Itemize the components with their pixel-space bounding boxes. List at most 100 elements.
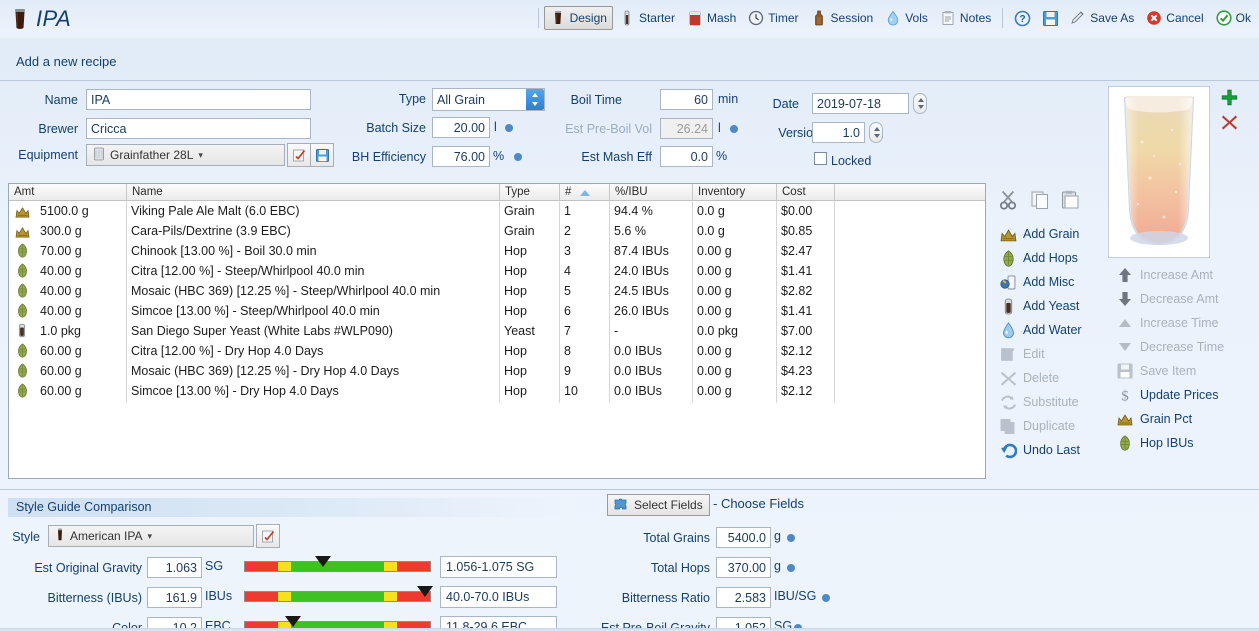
equipment-value: Grainfather 28L (110, 148, 194, 162)
edit-icon (1000, 346, 1017, 363)
cf-unit: g (774, 559, 781, 573)
hop-icon (17, 263, 31, 278)
hop-icon (17, 383, 31, 398)
action-grain-pct[interactable]: Grain Pct (1117, 409, 1192, 429)
page-title: IPA (36, 6, 72, 31)
cf-value[interactable] (716, 527, 771, 548)
save-as-button[interactable]: Save As (1064, 6, 1140, 30)
equipment-edit-button[interactable] (287, 143, 311, 167)
action-add-grain[interactable]: Add Grain (1000, 224, 1079, 244)
range-segment (245, 592, 279, 601)
action-add-hops[interactable]: Add Hops (1000, 248, 1078, 268)
ingredients-table[interactable]: Amt Name Type # %/IBU Inventory Cost 510… (8, 183, 986, 479)
style-range-marker (314, 556, 331, 567)
column-header-pct-ibu[interactable]: %/IBU (609, 184, 692, 201)
save-icon (1117, 363, 1134, 380)
copy-icon[interactable] (1030, 190, 1052, 213)
column-header-name[interactable]: Name (126, 184, 499, 201)
cell-pct-ibu: 94.4 % (614, 204, 653, 218)
column-header-type[interactable]: Type (499, 184, 559, 201)
cf-value[interactable] (716, 557, 771, 578)
help-button[interactable]: ? (1008, 6, 1036, 30)
vial-icon (619, 10, 635, 26)
equipment-dropdown[interactable]: Grainfather 28L ▾ (86, 144, 285, 166)
scissors-icon[interactable] (999, 190, 1022, 213)
cancel-button[interactable]: Cancel (1140, 6, 1209, 30)
action-hop-ibus[interactable]: Hop IBUs (1117, 433, 1194, 453)
tab-mash[interactable]: Mash (681, 6, 742, 30)
version-input[interactable] (812, 122, 865, 143)
type-value: All Grain (437, 92, 485, 107)
action-add-water[interactable]: Add Water (1000, 320, 1082, 340)
ok-icon (1216, 10, 1232, 26)
date-label: Date (772, 97, 799, 111)
column-header-amt[interactable]: Amt (9, 184, 126, 201)
table-row[interactable]: 60.00 g Citra [12.00 %] - Dry Hop 4.0 Day… (9, 341, 985, 361)
plus-icon[interactable] (1221, 89, 1238, 106)
cell-inventory: 0.00 g (697, 284, 732, 298)
cell-cost: $2.82 (781, 284, 813, 298)
tab-timer[interactable]: Timer (742, 6, 804, 30)
ok-button[interactable]: Ok (1210, 6, 1257, 30)
column-header-cost[interactable]: Cost (776, 184, 834, 201)
table-row[interactable]: 70.00 g Chinook [13.00 %] - Boil 30.0 min… (9, 241, 985, 261)
column-header-extra[interactable] (834, 184, 985, 201)
sg-value[interactable] (147, 587, 202, 608)
select-fields-button[interactable]: Select Fields (607, 494, 710, 516)
action-update-prices[interactable]: $ Update Prices (1117, 385, 1218, 405)
action-undo-last[interactable]: Undo Last (1000, 440, 1080, 460)
style-edit-button[interactable] (256, 524, 280, 548)
cell-amt: 300.0 g (40, 224, 82, 238)
hop-icon (17, 303, 31, 318)
bh-efficiency-input[interactable] (432, 146, 490, 167)
cell-type: Hop (504, 304, 527, 318)
locked-checkbox[interactable] (814, 152, 827, 165)
paste-icon[interactable] (1060, 190, 1082, 213)
save-as-label: Save As (1090, 11, 1135, 25)
save-button[interactable] (1036, 6, 1064, 30)
cell-number: 1 (564, 204, 571, 218)
cell-cost: $2.47 (781, 244, 813, 258)
tab-starter-label: Starter (638, 11, 675, 25)
beer-glass-photo (1123, 96, 1195, 246)
table-row[interactable]: 60.00 g Mosaic (HBC 369) [12.25 %] - Dry … (9, 361, 985, 381)
tab-notes[interactable]: Notes (934, 6, 997, 30)
batch-size-input[interactable] (432, 117, 490, 138)
type-dropdown[interactable]: All Grain (432, 88, 545, 111)
recipe-image-panel[interactable] (1108, 86, 1210, 258)
brewer-input[interactable] (86, 118, 311, 139)
table-row[interactable]: 300.0 g Cara-Pils/Dextrine (3.9 EBC) Grain… (9, 221, 985, 241)
date-spinner[interactable] (913, 93, 927, 114)
action-add-misc[interactable]: Add Misc (1000, 272, 1074, 292)
x-icon[interactable] (1221, 114, 1238, 131)
table-row[interactable]: 1.0 pkg San Diego Super Yeast (White Labs… (9, 321, 985, 341)
subtitle: Add a new recipe (16, 54, 117, 69)
est-mash-eff-input[interactable] (660, 146, 713, 167)
sg-value[interactable] (147, 557, 202, 578)
table-row[interactable]: 40.00 g Simcoe [13.00 %] - Steep/Whirlpoo… (9, 301, 985, 321)
cf-value[interactable] (716, 587, 771, 608)
action-add-yeast[interactable]: Add Yeast (1000, 296, 1079, 316)
date-input[interactable] (812, 93, 909, 114)
sg-label: Est Original Gravity (34, 561, 142, 575)
bh-efficiency-label: BH Efficiency (351, 150, 426, 164)
table-row[interactable]: 5100.0 g Viking Pale Ale Malt (6.0 EBC) Gr… (9, 201, 985, 221)
table-row[interactable]: 60.00 g Simcoe [13.00 %] - Dry Hop 4.0 Da… (9, 381, 985, 401)
tab-starter[interactable]: Starter (613, 6, 681, 30)
cell-amt: 60.00 g (40, 384, 82, 398)
clock-icon (748, 10, 764, 26)
tab-session[interactable]: Session (805, 6, 880, 30)
column-header-inventory[interactable]: Inventory (692, 184, 776, 201)
style-dropdown[interactable]: American IPA ▾ (48, 525, 254, 547)
version-spinner[interactable] (869, 122, 883, 143)
help-icon: ? (1014, 10, 1031, 27)
table-row[interactable]: 40.00 g Citra [12.00 %] - Steep/Whirlpool… (9, 261, 985, 281)
range-segment (396, 562, 430, 571)
boil-time-input[interactable] (660, 89, 713, 110)
tab-design[interactable]: Design (543, 6, 613, 30)
cf-label: Total Hops (650, 561, 710, 575)
name-input[interactable] (86, 89, 311, 110)
table-row[interactable]: 40.00 g Mosaic (HBC 369) [12.25 %] - Stee… (9, 281, 985, 301)
cell-cost: $2.12 (781, 344, 813, 358)
tab-vols[interactable]: Vols (879, 6, 934, 30)
